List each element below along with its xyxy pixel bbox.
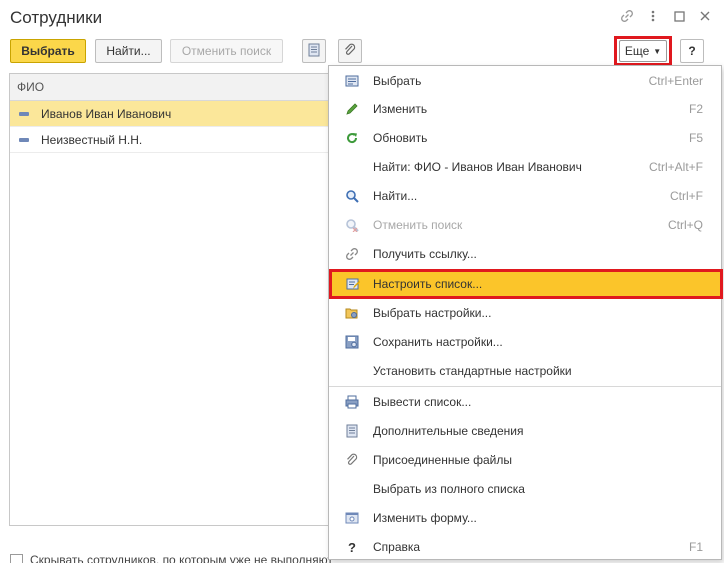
cancel-search-icon: [344, 217, 360, 233]
cancel-search-button[interactable]: Отменить поиск: [170, 39, 283, 63]
menu-item-label: Обновить: [373, 131, 428, 145]
menu-item-shortcut: Ctrl+Alt+F: [648, 160, 703, 174]
hide-employees-label: Скрывать сотрудников, по которым уже не …: [30, 553, 333, 563]
link-icon[interactable]: [620, 9, 634, 23]
more-vertical-icon[interactable]: [646, 9, 660, 23]
list-settings-icon: [345, 276, 361, 292]
menu-separator: [329, 386, 721, 387]
menu-item-label: Получить ссылку...: [373, 247, 477, 261]
menu-item-edit[interactable]: Изменить F2: [329, 96, 721, 122]
row-cell-fio: Иванов Иван Иванович: [41, 106, 172, 121]
menu-item-shortcut: Ctrl+F: [670, 189, 703, 203]
more-button-highlight: Еще ▼: [614, 36, 672, 66]
attachments-button[interactable]: [338, 39, 362, 63]
menu-item-choose-settings[interactable]: Выбрать настройки...: [329, 300, 721, 326]
menu-item-shortcut: Ctrl+Q: [667, 218, 703, 232]
menu-item-select[interactable]: Выбрать Ctrl+Enter: [329, 68, 721, 94]
menu-item-label: Выбрать настройки...: [373, 306, 492, 320]
menu-item-label: Изменить: [373, 102, 428, 116]
menu-item-configure-list[interactable]: Настроить список...: [329, 269, 723, 299]
row-marker-icon: [19, 111, 29, 116]
close-icon[interactable]: [698, 9, 712, 23]
menu-item-help[interactable]: ? Справка F1: [329, 534, 721, 560]
search-icon: [344, 188, 360, 204]
paperclip-icon: [344, 452, 360, 468]
menu-item-label: Сохранить настройки...: [373, 335, 503, 349]
menu-item-shortcut: F1: [688, 540, 703, 554]
menu-item-label: Выбрать из полного списка: [373, 482, 525, 496]
more-menu: Выбрать Ctrl+Enter Изменить F2 Обновить …: [328, 65, 723, 560]
table-row[interactable]: Неизвестный Н.Н.: [10, 127, 328, 153]
table-row[interactable]: Иванов Иван Иванович: [10, 101, 328, 127]
column-header-fio[interactable]: ФИО: [10, 74, 328, 101]
menu-item-shortcut: F5: [688, 131, 703, 145]
menu-item-select-from-full-list[interactable]: Выбрать из полного списка: [329, 476, 721, 502]
menu-item-label: Найти: ФИО - Иванов Иван Иванович: [373, 160, 582, 174]
more-button[interactable]: Еще ▼: [619, 40, 667, 62]
menu-item-print-list[interactable]: Вывести список...: [329, 389, 721, 415]
menu-item-label: Отменить поиск: [373, 218, 463, 232]
additional-info-icon: [344, 423, 360, 439]
row-marker-icon: [19, 137, 29, 142]
menu-item-change-form[interactable]: Изменить форму...: [329, 505, 721, 531]
menu-item-get-link[interactable]: Получить ссылку...: [329, 241, 721, 267]
form-settings-icon: [344, 510, 360, 526]
menu-item-find[interactable]: Найти... Ctrl+F: [329, 183, 721, 209]
help-button[interactable]: ?: [680, 39, 704, 63]
select-button[interactable]: Выбрать: [10, 39, 86, 63]
more-label: Еще: [624, 44, 650, 58]
menu-item-label: Присоединенные файлы: [373, 453, 512, 467]
save-settings-icon: [344, 334, 360, 350]
additional-info-icon: [308, 43, 320, 60]
menu-item-shortcut: Ctrl+Enter: [648, 74, 703, 88]
paperclip-icon: [343, 43, 357, 60]
menu-item-cancel-search[interactable]: Отменить поиск Ctrl+Q: [329, 212, 721, 238]
select-list-icon: [344, 73, 360, 89]
menu-item-label: Дополнительные сведения: [373, 424, 524, 438]
pencil-icon: [344, 101, 360, 117]
menu-item-label: Изменить форму...: [373, 511, 477, 525]
menu-item-label: Найти...: [373, 189, 418, 203]
print-list-icon: [344, 394, 360, 410]
choose-settings-icon: [344, 305, 360, 321]
window-title: Сотрудники: [10, 8, 103, 27]
menu-item-label: Выбрать: [373, 74, 422, 88]
menu-item-label: Вывести список...: [373, 395, 472, 409]
toolbar: Выбрать Найти... Отменить поиск Еще ▼ ?: [10, 36, 716, 66]
window-controls: [620, 9, 712, 23]
chevron-down-icon: ▼: [653, 46, 662, 56]
menu-item-shortcut: F2: [688, 102, 703, 116]
menu-item-additional-info[interactable]: Дополнительные сведения: [329, 418, 721, 444]
refresh-icon: [344, 130, 360, 146]
find-button[interactable]: Найти...: [95, 39, 162, 63]
row-cell-fio: Неизвестный Н.Н.: [41, 132, 143, 147]
additional-info-button[interactable]: [302, 39, 326, 63]
help-icon: ?: [348, 539, 356, 555]
menu-item-label: Справка: [373, 540, 421, 554]
hide-employees-checkbox[interactable]: [10, 553, 23, 563]
menu-item-find-by-value[interactable]: Найти: ФИО - Иванов Иван Иванович Ctrl+A…: [329, 154, 721, 180]
menu-item-attached-files[interactable]: Присоединенные файлы: [329, 447, 721, 473]
menu-item-standard-settings[interactable]: Установить стандартные настройки: [329, 358, 721, 384]
link-icon: [344, 246, 360, 262]
maximize-icon[interactable]: [672, 9, 686, 23]
menu-item-save-settings[interactable]: Сохранить настройки...: [329, 329, 721, 355]
menu-item-refresh[interactable]: Обновить F5: [329, 125, 721, 151]
hide-employees-option[interactable]: Скрывать сотрудников, по которым уже не …: [10, 553, 333, 563]
menu-item-label: Настроить список...: [373, 277, 483, 291]
employees-table: ФИО Иванов Иван Иванович Неизвестный Н.Н…: [9, 73, 329, 526]
menu-item-label: Установить стандартные настройки: [373, 364, 572, 378]
